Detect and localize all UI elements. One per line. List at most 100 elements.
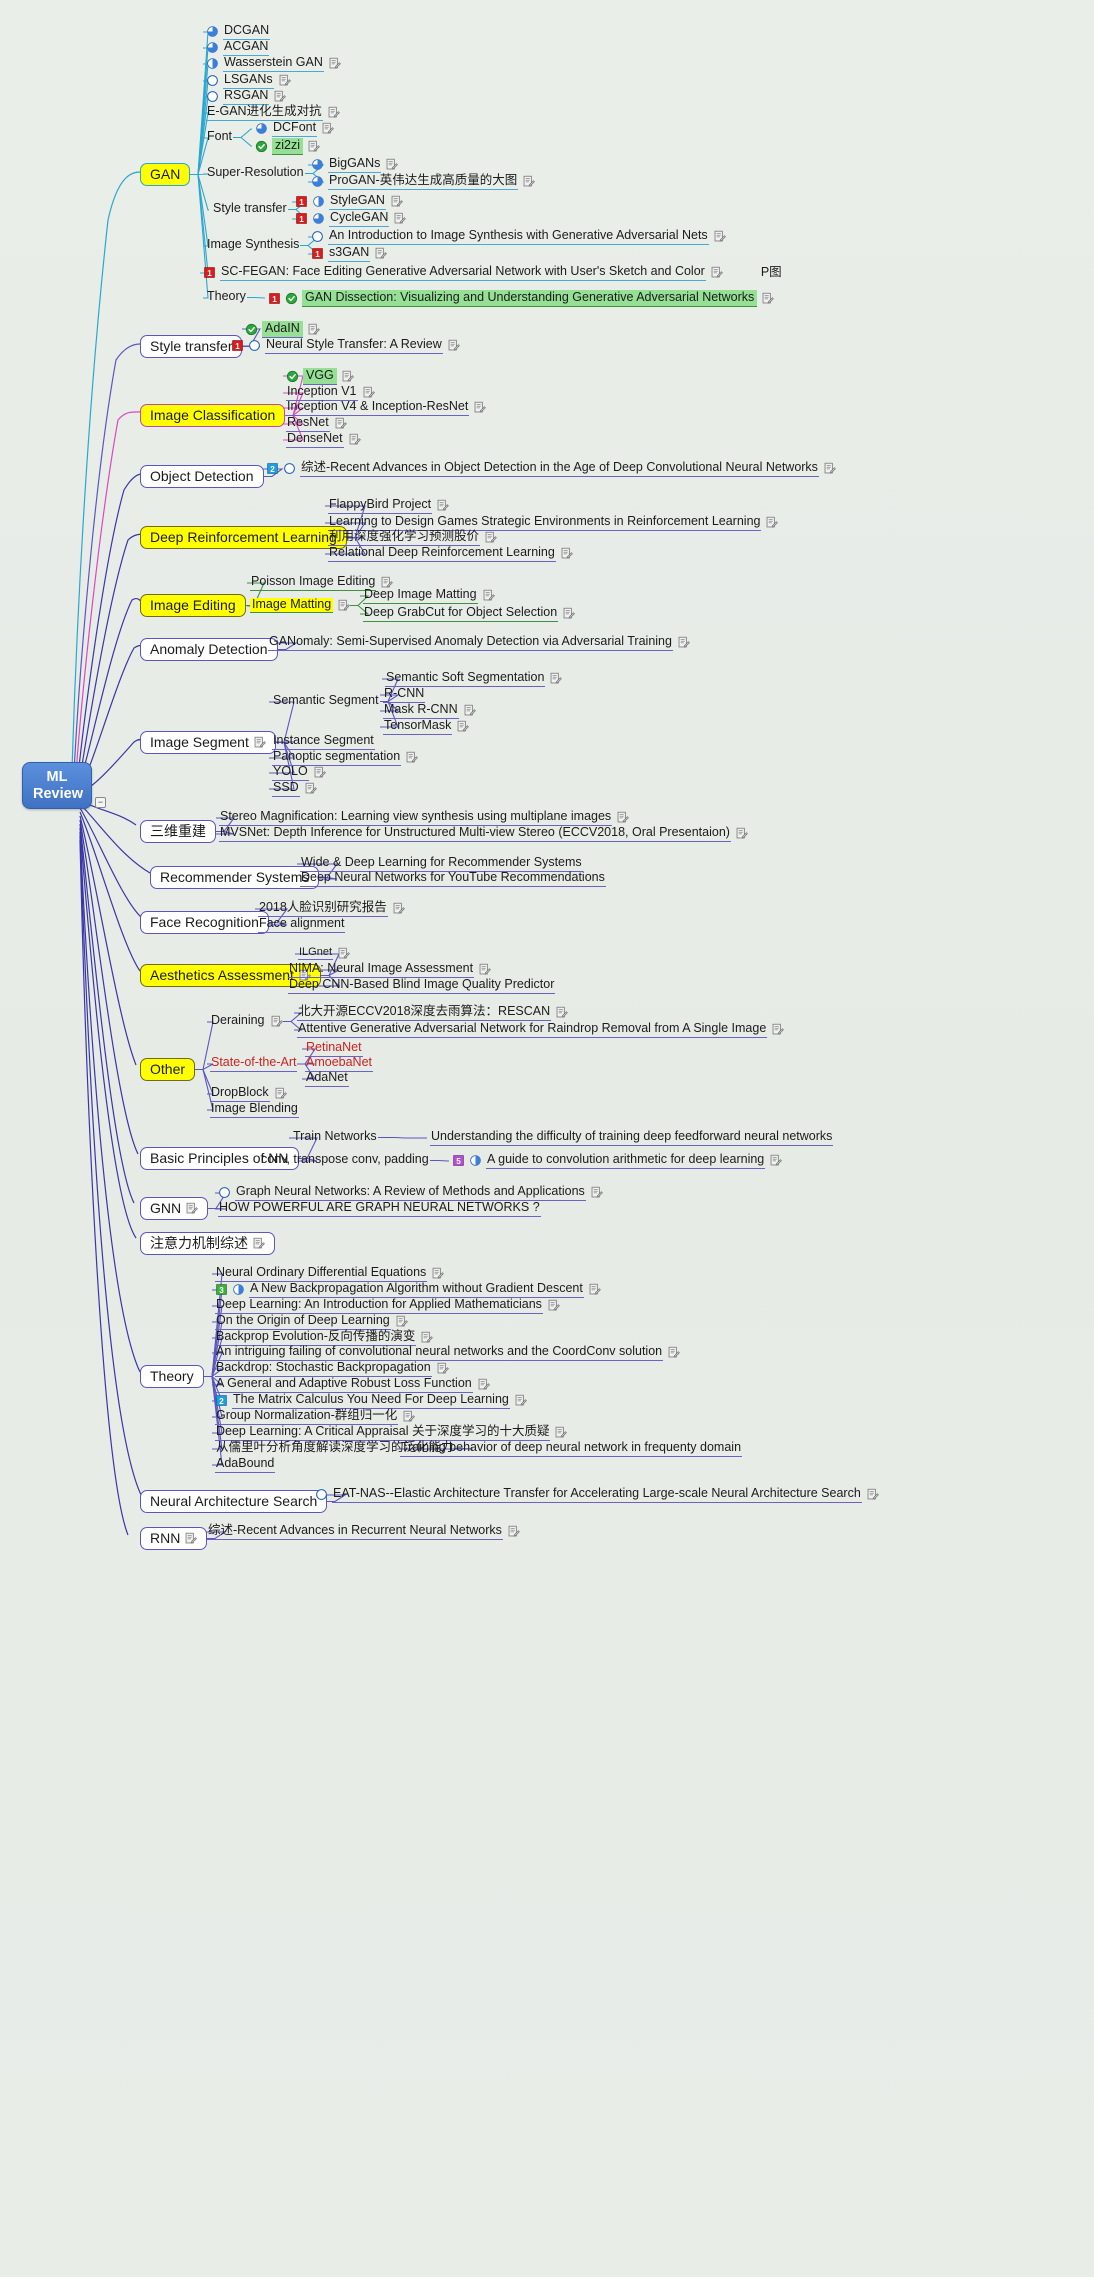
branch-object-detection[interactable]: Object Detection — [140, 465, 264, 489]
node-dcfont[interactable]: DCFont — [255, 120, 334, 137]
node-progan[interactable]: ProGAN-英伟达生成高质量的大图 — [311, 173, 536, 190]
node-a-guide-to-convolution-arithmetic-for-de[interactable]: 5 A guide to convolution arithmetic for d… — [452, 1152, 783, 1169]
node-attentive-generative-adversarial-network[interactable]: Attentive Generative Adversarial Network… — [297, 1021, 785, 1038]
node-flappybird-project[interactable]: FlappyBird Project — [328, 497, 449, 514]
branch-nas[interactable]: Neural Architecture Search — [140, 1490, 328, 1514]
branch-gnn[interactable]: GNN — [140, 1197, 209, 1221]
node-deep-neural-networks-for-youtube-recomme[interactable]: Deep Neural Networks for YouTube Recomme… — [300, 870, 606, 887]
node-an-introduction-to-image-synthesis-with-[interactable]: An Introduction to Image Synthesis with … — [311, 228, 726, 245]
node-a-general-and-adaptive-robust-loss-funct[interactable]: A General and Adaptive Robust Loss Funct… — [215, 1376, 490, 1393]
node-theory[interactable]: Theory — [206, 289, 247, 305]
node-deraining[interactable]: Deraining — [210, 1013, 283, 1029]
node-zi2zi[interactable]: zi2zi — [255, 138, 320, 155]
node-neural-ordinary-differential-equations[interactable]: Neural Ordinary Differential Equations — [215, 1265, 445, 1282]
node-acgan[interactable]: ACGAN — [206, 39, 270, 56]
node-label: Deep GrabCut for Object Selection — [363, 605, 559, 622]
node-ilgnet[interactable]: ILGnet — [298, 946, 350, 961]
node-deep-image-matting[interactable]: Deep Image Matting — [363, 587, 495, 604]
branch-image-segment[interactable]: Image Segment — [140, 731, 276, 755]
root-node[interactable]: ML Review — [22, 762, 92, 810]
branch-style-transfer[interactable]: Style transfer — [140, 335, 243, 359]
node-group-normalization[interactable]: Group Normalization-群组归一化 — [215, 1408, 416, 1425]
node-face-alignment[interactable]: Face alignment — [258, 916, 346, 933]
node-stereo-magnification-learning-view-synth[interactable]: Stereo Magnification: Learning view synt… — [219, 809, 630, 826]
node-e-gan[interactable]: E-GAN进化生成对抗 — [206, 104, 340, 121]
branch-rnn[interactable]: RNN — [140, 1527, 208, 1551]
node-dropblock[interactable]: DropBlock — [210, 1085, 287, 1102]
node-state-of-the-art[interactable]: State-of-the-Art — [210, 1055, 298, 1072]
node-label: A New Backpropagation Algorithm without … — [249, 1281, 584, 1298]
node-conv-transpose-conv-padding[interactable]: conv, transpose conv, padding — [260, 1152, 430, 1168]
node-mask-r-cnn[interactable]: Mask R-CNN — [383, 702, 476, 719]
node-ssd[interactable]: SSD — [272, 780, 317, 797]
node-image-matting[interactable]: Image Matting — [250, 597, 351, 613]
node-image-blending[interactable]: Image Blending — [210, 1101, 299, 1118]
node-lsgans[interactable]: LSGANs — [206, 72, 291, 89]
node-2018[interactable]: 2018人脸识别研究报告 — [258, 900, 405, 917]
branch-image-editing[interactable]: Image Editing — [140, 594, 246, 618]
node-nima-neural-image-assessment[interactable]: NIMA: Neural Image Assessment — [288, 961, 491, 978]
node-style-transfer[interactable]: Style transfer — [212, 201, 288, 217]
node-adain[interactable]: AdaIN — [245, 321, 320, 338]
branch-other[interactable]: Other — [140, 1058, 196, 1082]
node-adabound[interactable]: AdaBound — [215, 1456, 276, 1473]
node-eat-nas-elastic-architecture-transfer-fo[interactable]: EAT-NAS--Elastic Architecture Transfer f… — [315, 1486, 879, 1503]
node-stylegan[interactable]: 1 StyleGAN — [295, 193, 403, 210]
node-image-synthesis[interactable]: Image Synthesis — [206, 237, 300, 253]
node-biggans[interactable]: BigGANs — [311, 156, 399, 173]
node-backdrop-stochastic-backpropagation[interactable]: Backdrop: Stochastic Backpropagation — [215, 1360, 449, 1377]
node-deep-grabcut-for-object-selection[interactable]: Deep GrabCut for Object Selection — [363, 605, 575, 622]
branch-theory[interactable]: Theory — [140, 1365, 204, 1389]
node-understanding-the-difficulty-of-training[interactable]: Understanding the difficulty of training… — [430, 1129, 834, 1146]
node-how-powerful-are-graph-neural-networks[interactable]: HOW POWERFUL ARE GRAPH NEURAL NETWORKS ? — [218, 1200, 541, 1217]
node-instance-segment[interactable]: Instance Segment — [272, 733, 375, 750]
node-on-the-origin-of-deep-learning[interactable]: On the Origin of Deep Learning — [215, 1313, 408, 1330]
node-vgg[interactable]: VGG — [286, 368, 354, 385]
node-r-cnn[interactable]: R-CNN — [383, 686, 426, 703]
node-relational-deep-reinforcement-learning[interactable]: Relational Deep Reinforcement Learning — [328, 545, 573, 562]
node-adanet[interactable]: AdaNet — [305, 1070, 349, 1087]
node-deep-cnn-based-blind-image-quality-predi[interactable]: Deep CNN-Based Blind Image Quality Predi… — [288, 977, 556, 994]
node-inception-v4-inception-resnet[interactable]: Inception V4 & Inception-ResNet — [286, 399, 487, 416]
node-super-resolution[interactable]: Super-Resolution — [206, 165, 305, 181]
node-wasserstein-gan[interactable]: Wasserstein GAN — [206, 55, 341, 72]
branch-face-recognition[interactable]: Face Recognition — [140, 911, 269, 935]
node-rsgan[interactable]: RSGAN — [206, 88, 287, 105]
node-densenet[interactable]: DenseNet — [286, 431, 361, 448]
node-mvsnet-depth-inference-for-unstructured-[interactable]: MVSNet: Depth Inference for Unstructured… — [219, 825, 748, 842]
node-eccv2018-rescan[interactable]: 北大开源ECCV2018深度去雨算法：RESCAN — [297, 1004, 568, 1021]
branch-recommender-systems[interactable]: Recommender Systems — [150, 866, 320, 890]
node-recent-advances-in-recurrent-neural-netw[interactable]: 综述-Recent Advances in Recurrent Neural N… — [207, 1523, 520, 1540]
node-semantic-segment[interactable]: Semantic Segment — [272, 693, 380, 709]
node-yolo[interactable]: YOLO — [272, 764, 326, 781]
node-cyclegan[interactable]: 1 CycleGAN — [295, 210, 407, 227]
node-ganomaly-semi-supervised-anomaly-detecti[interactable]: GANomaly: Semi-Supervised Anomaly Detect… — [268, 634, 690, 651]
node-gan-dissection-visualizing-and-understan[interactable]: 1 GAN Dissection: Visualizing and Underst… — [268, 290, 775, 307]
node-deep-learning-an-introduction-for-applie[interactable]: Deep Learning: An Introduction for Appli… — [215, 1297, 560, 1314]
branch-anomaly-detection[interactable]: Anomaly Detection — [140, 638, 278, 662]
node-resnet[interactable]: ResNet — [286, 415, 347, 432]
node-sc-fegan-face-editing-generative-adversa[interactable]: 1 SC-FEGAN: Face Editing Generative Adver… — [203, 264, 782, 281]
node-the-matrix-calculus-you-need-for-deep-le[interactable]: 2 The Matrix Calculus You Need For Deep L… — [215, 1392, 527, 1409]
node-training-behavior-of-deep-neural-network[interactable]: Training behavior of deep neural network… — [400, 1440, 743, 1457]
node-font[interactable]: Font — [206, 129, 233, 145]
note-icon — [477, 1378, 490, 1391]
node-an-intriguing-failing-of-convolutional-n[interactable]: An intriguing failing of convolutional n… — [215, 1344, 680, 1361]
node-recent-advances-in-object-detection-in-t[interactable]: 2 综述-Recent Advances in Object Detection … — [266, 460, 836, 477]
node-dcgan[interactable]: DCGAN — [206, 23, 271, 40]
node-semantic-soft-segmentation[interactable]: Semantic Soft Segmentation — [385, 670, 563, 687]
node-train-networks[interactable]: Train Networks — [292, 1129, 378, 1145]
node-s3gan[interactable]: 1 s3GAN — [311, 245, 388, 262]
branch-drl[interactable]: Deep Reinforcement Learning — [140, 526, 347, 550]
branch-gan[interactable]: GAN — [140, 163, 191, 187]
node-deep-learning-a-critical-appraisal[interactable]: Deep Learning: A Critical Appraisal 关于深度… — [215, 1424, 568, 1441]
branch-3d-reconstruction[interactable]: 三维重建 — [140, 820, 216, 844]
node-item[interactable]: 利用深度强化学习预测股价 — [328, 529, 497, 546]
node-neural-style-transfer-a-review[interactable]: 1 Neural Style Transfer: A Review — [231, 337, 460, 354]
branch-image-classification[interactable]: Image Classification — [140, 404, 286, 428]
collapse-icon[interactable]: − — [95, 797, 106, 808]
node-a-new-backpropagation-algorithm-without-[interactable]: 3 A New Backpropagation Algorithm without… — [215, 1281, 601, 1298]
node-tensormask[interactable]: TensorMask — [383, 718, 470, 735]
branch-attention-review[interactable]: 注意力机制综述 — [140, 1232, 275, 1256]
node-graph-neural-networks-a-review-of-method[interactable]: Graph Neural Networks: A Review of Metho… — [218, 1184, 603, 1201]
